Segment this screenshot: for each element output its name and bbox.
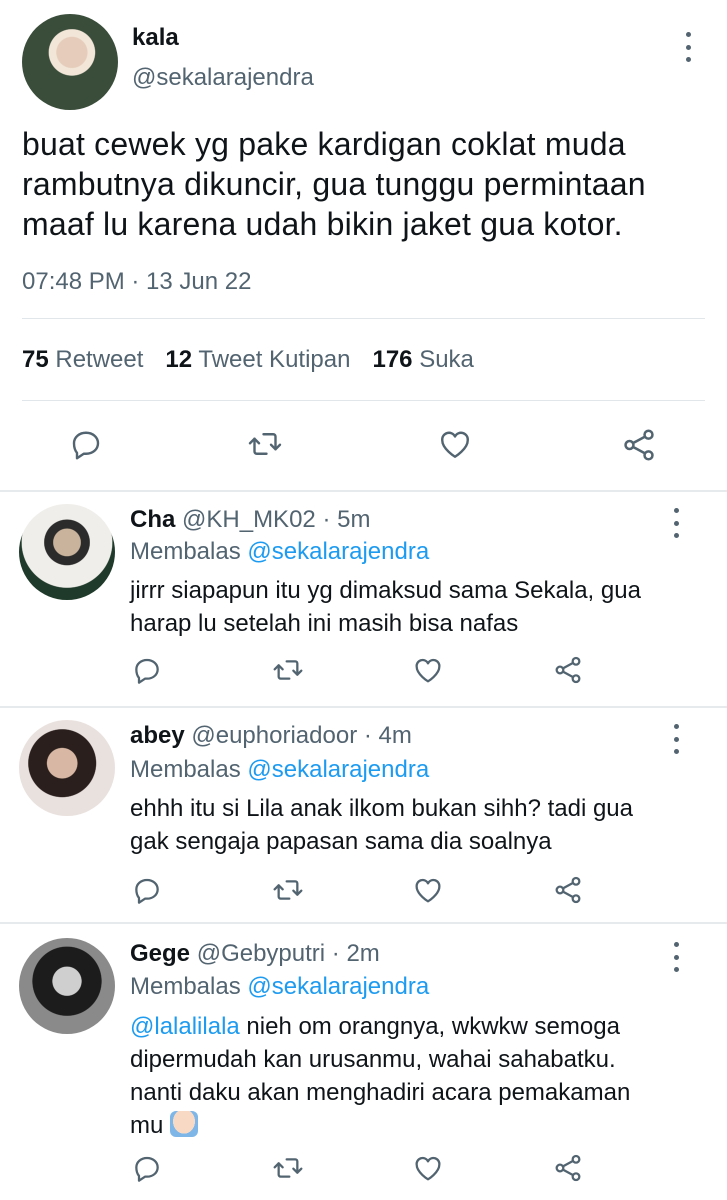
replying-to-link[interactable]: @sekalarajendra [247,973,429,1000]
reply-time[interactable]: · 4m [364,722,412,749]
reply-icon[interactable] [131,654,163,686]
like-stat[interactable]: 176 Suka [372,346,473,373]
replying-to-link[interactable]: @sekalarajendra [247,538,429,565]
heart-icon[interactable] [412,654,444,686]
retweet-icon[interactable] [272,654,304,686]
share-icon[interactable] [552,654,584,686]
reply-time[interactable]: · 2m [332,940,380,967]
heart-icon[interactable] [412,1152,444,1184]
share-icon[interactable] [620,426,658,464]
divider [22,318,705,319]
main-tweet: kala @sekalarajendra buat cewek yg pake … [0,0,727,492]
reply-handle[interactable]: @euphoriadoor [191,722,357,749]
tweet-text-line: maaf lu karena udah bikin jaket gua koto… [22,206,623,242]
reply-header: Gege @Gebyputri · 2m [130,940,380,968]
avatar[interactable] [22,14,118,110]
avatar[interactable] [19,720,115,816]
replying-to: Membalas @sekalarajendra [130,538,430,565]
tweet-stats: 75 Retweet 12 Tweet Kutipan 176 Suka [22,346,474,374]
reply-tweet: Cha @KH_MK02 · 5m Membalas @sekalarajend… [0,492,727,708]
reply-display-name[interactable]: abey [130,722,185,749]
reply-text: @lalalilala nieh om orangnya, wkwkw semo… [130,1013,631,1139]
reply-display-name[interactable]: Cha [130,506,175,533]
avatar[interactable] [19,938,115,1034]
reply-text: ehhh itu si Lila anak ilkom bukan sihh? … [130,795,633,855]
tweet-text-line: rambutnya dikuncir, gua tunggu permintaa… [22,166,646,202]
reply-header: abey @euphoriadoor · 4m [130,722,412,750]
reply-handle[interactable]: @Gebyputri [197,940,325,967]
reply-text: jirrr siapapun itu yg dimaksud sama Seka… [130,577,641,637]
tweet-text: buat cewek yg pake kardigan coklat muda … [22,124,702,244]
replying-to-link[interactable]: @sekalarajendra [247,756,429,783]
replying-to: Membalas @sekalarajendra [130,756,430,783]
replying-to: Membalas @sekalarajendra [130,973,430,1000]
divider [22,400,705,401]
mention-link[interactable]: @lalalilala [130,1013,240,1040]
reply-icon[interactable] [131,874,163,906]
heart-icon[interactable] [437,426,473,462]
more-vertical-icon[interactable] [664,508,688,538]
avatar[interactable] [19,504,115,600]
heart-icon[interactable] [412,874,444,906]
reply-icon[interactable] [68,426,104,462]
timestamp[interactable]: 07:48 PM · 13 Jun 22 [22,268,251,296]
retweet-icon[interactable] [247,426,283,462]
share-icon[interactable] [552,1152,584,1184]
share-icon[interactable] [552,874,584,906]
reply-header: Cha @KH_MK02 · 5m [130,506,370,534]
handle[interactable]: @sekalarajendra [132,64,314,92]
more-vertical-icon[interactable] [664,724,688,754]
display-name[interactable]: kala [132,24,179,52]
folded-hands-emoji-icon [170,1111,199,1137]
retweet-icon[interactable] [272,1152,304,1184]
more-vertical-icon[interactable] [664,942,688,972]
reply-tweet: abey @euphoriadoor · 4m Membalas @sekala… [0,708,727,924]
reply-tweet: Gege @Gebyputri · 2m Membalas @sekalaraj… [0,924,727,1200]
quote-stat[interactable]: 12 Tweet Kutipan [165,346,350,373]
retweet-stat[interactable]: 75 Retweet [22,346,143,373]
retweet-icon[interactable] [272,874,304,906]
reply-display-name[interactable]: Gege [130,940,190,967]
reply-time[interactable]: · 5m [322,506,370,533]
more-vertical-icon[interactable] [676,32,700,62]
reply-handle[interactable]: @KH_MK02 [182,506,316,533]
tweet-text-line: buat cewek yg pake kardigan coklat muda [22,126,626,162]
reply-icon[interactable] [131,1152,163,1184]
